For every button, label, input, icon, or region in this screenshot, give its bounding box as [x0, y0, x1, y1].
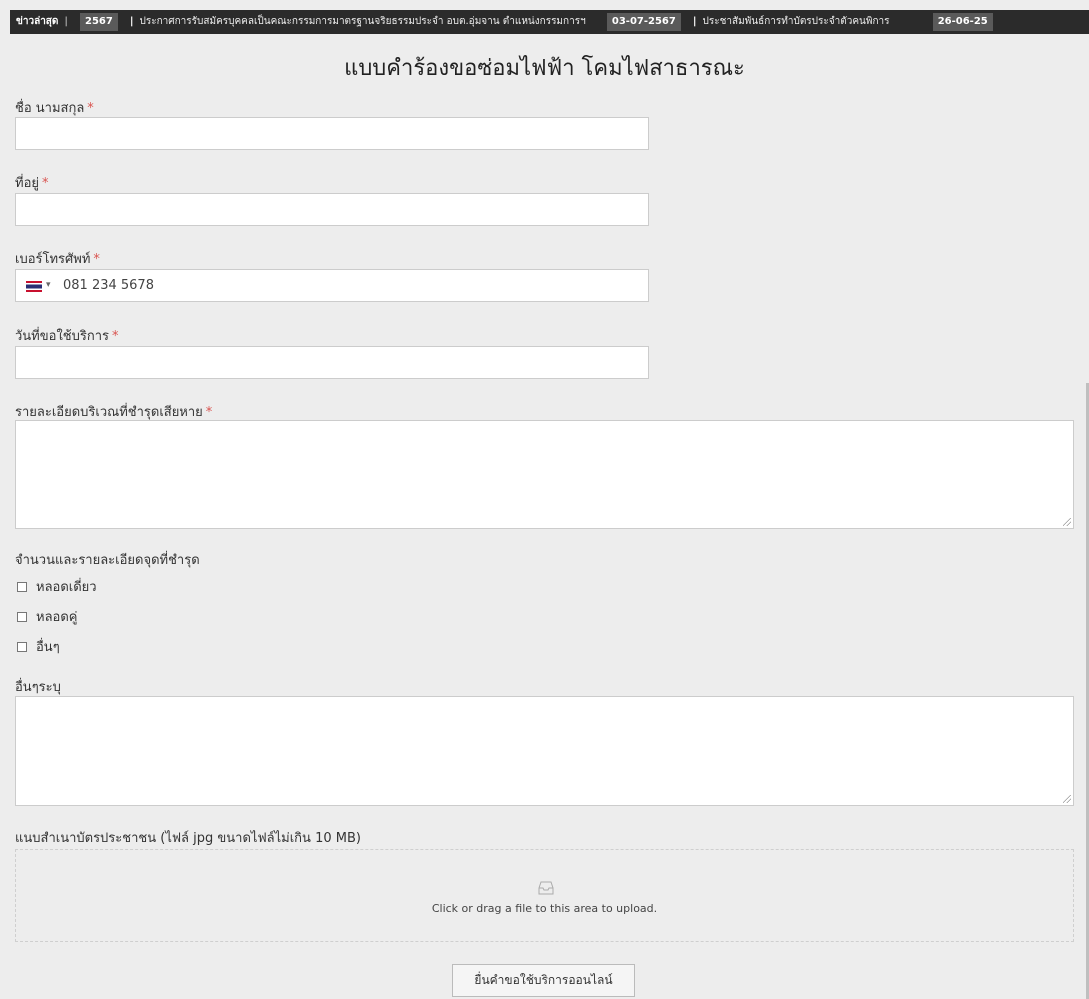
chevron-down-icon[interactable]: ▾ [46, 280, 51, 290]
checkbox[interactable] [17, 641, 27, 652]
name-label-text: ชื่อ นามสกุล [15, 101, 85, 116]
phone-label-text: เบอร์โทรศัพท์ [15, 252, 91, 267]
ticker-date: 2567 [80, 13, 118, 31]
news-ticker: ข่าวล่าสุด | 2567 | ประกาศการรับสมัครบุคคลเ… [10, 10, 1089, 34]
detail-label-text: รายละเอียดบริเวณที่ชำรุดเสียหาย [15, 405, 203, 420]
option-other[interactable]: อื่นๆ [17, 636, 60, 657]
ticker-lead-label: ข่าวล่าสุด [16, 16, 59, 27]
checkbox[interactable] [17, 581, 27, 592]
ticker-lead: ข่าวล่าสุด | [10, 10, 75, 34]
page-title: แบบคำร้องขอซ่อมไฟฟ้า โคมไฟสาธารณะ [344, 56, 745, 81]
option-label: หลอดเดี่ยว [36, 580, 97, 595]
phone-label: เบอร์โทรศัพท์ * [15, 248, 100, 269]
required-mark: * [93, 252, 100, 267]
required-mark: * [205, 405, 213, 420]
other-label: อื่นๆระบุ [15, 680, 61, 695]
address-label-text: ที่อยู่ [15, 176, 39, 191]
attach-label: แนบสำเนาบัตรประชาชน (ไฟล์ jpg ขนาดไฟล์ไม… [15, 831, 361, 846]
option-single-bulb[interactable]: หลอดเดี่ยว [17, 576, 97, 597]
thailand-flag-icon[interactable] [26, 281, 42, 292]
checkbox[interactable] [17, 611, 27, 622]
resize-handle-icon[interactable] [1063, 795, 1071, 803]
name-label: ชื่อ นามสกุล * [15, 97, 94, 118]
resize-handle-icon[interactable] [1063, 518, 1071, 526]
option-double-bulb[interactable]: หลอดคู่ [17, 606, 77, 627]
name-input[interactable] [15, 117, 649, 150]
required-mark: * [87, 101, 94, 116]
ticker-headline[interactable]: ประชาสัมพันธ์การทำบัตรประจำตัวคนพิการ [703, 16, 890, 27]
ticker-date: 26-06-25 [932, 13, 993, 31]
ticker-date: 03-07-2567 [606, 13, 681, 31]
ticker-run: 2567 | ประกาศการรับสมัครบุคคลเป็นคณะกรรมกา… [80, 10, 999, 34]
address-label: ที่อยู่ * [15, 172, 49, 193]
detail-textarea[interactable] [15, 420, 1074, 529]
detail-label: รายละเอียดบริเวณที่ชำรุดเสียหาย * [15, 401, 212, 422]
phone-placeholder: 081 234 5678 [63, 278, 154, 293]
inbox-icon [538, 881, 554, 895]
submit-button[interactable]: ยื่นคำขอใช้บริการออนไลน์ [452, 964, 635, 997]
required-mark: * [112, 329, 119, 344]
address-input[interactable] [15, 193, 649, 226]
date-label: วันที่ขอใช้บริการ * [15, 325, 119, 346]
other-textarea[interactable] [15, 696, 1074, 806]
ticker-headline[interactable]: ประกาศการรับสมัครบุคคลเป็นคณะกรรมการมาตร… [140, 16, 586, 27]
required-mark: * [42, 176, 49, 191]
date-label-text: วันที่ขอใช้บริการ [15, 329, 110, 344]
phone-input[interactable]: ▾ 081 234 5678 [15, 269, 649, 302]
option-label: อื่นๆ [36, 640, 60, 655]
date-input[interactable] [15, 346, 649, 379]
option-label: หลอดคู่ [36, 610, 78, 625]
points-label: จำนวนและรายละเอียดจุดที่ชำรุด [15, 553, 200, 568]
upload-hint: Click or drag a file to this area to upl… [431, 902, 658, 915]
upload-dropzone[interactable]: Click or drag a file to this area to upl… [15, 849, 1074, 942]
